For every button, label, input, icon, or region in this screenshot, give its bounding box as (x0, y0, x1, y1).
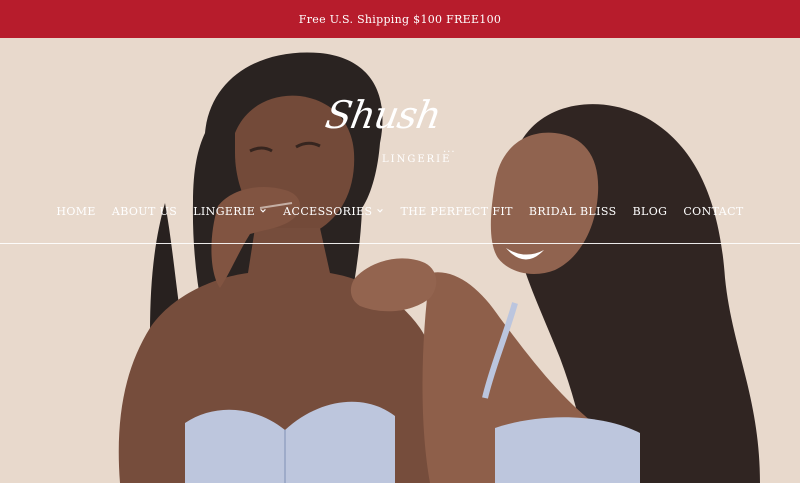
logo-script: Shush (322, 93, 444, 137)
nav-item-contact[interactable]: CONTACT (683, 205, 743, 218)
nav-item-label: BLOG (632, 204, 668, 218)
nav-item-label: ACCESSORIES (283, 204, 373, 218)
nav-item-label: ABOUT US (111, 204, 178, 218)
nav-item-the-perfect-fit[interactable]: THE PERFECT FIT (400, 205, 512, 218)
nav-item-label: HOME (56, 204, 96, 218)
chevron-down-icon (377, 209, 384, 213)
nav-item-about-us[interactable]: ABOUT US (112, 205, 177, 218)
nav-item-lingerie[interactable]: LINGERIE (193, 205, 267, 218)
nav-item-label: BRIDAL BLISS (528, 204, 617, 218)
header-divider (0, 243, 800, 244)
nav-item-home[interactable]: HOME (56, 205, 96, 218)
promo-text: Free U.S. Shipping $100 FREE100 (298, 12, 502, 26)
nav-item-label: THE PERFECT FIT (400, 204, 513, 218)
nav-item-label: CONTACT (683, 204, 744, 218)
logo-subtitle: LINGERIE (382, 154, 452, 165)
nav-item-label: LINGERIE (193, 204, 256, 218)
main-nav: HOME ABOUT US LINGERIE ACCESSORIES THE P… (0, 200, 800, 222)
hero-section: Shush ... LINGERIE HOME ABOUT US LINGERI… (0, 38, 800, 483)
promo-bar: Free U.S. Shipping $100 FREE100 (0, 0, 800, 38)
chevron-down-icon (260, 209, 266, 213)
nav-item-accessories[interactable]: ACCESSORIES (283, 205, 384, 218)
site-logo[interactable]: Shush ... LINGERIE (320, 93, 480, 168)
nav-item-blog[interactable]: BLOG (633, 205, 668, 218)
nav-item-bridal-bliss[interactable]: BRIDAL BLISS (529, 205, 617, 218)
